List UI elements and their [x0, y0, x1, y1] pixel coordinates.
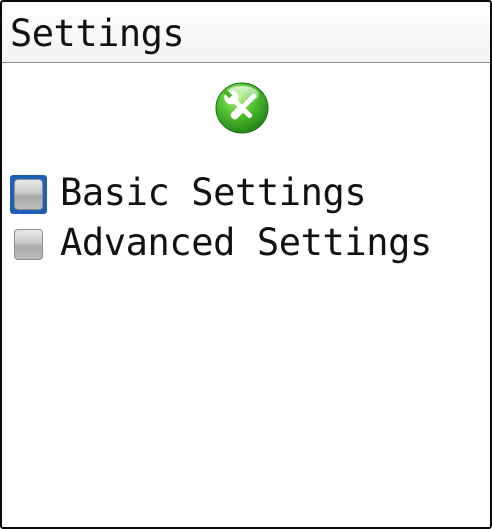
checkbox-icon[interactable]: [10, 225, 47, 264]
menu-item-label: Basic Settings: [60, 171, 367, 214]
menu-item-basic-settings[interactable]: Basic Settings: [2, 168, 490, 220]
checkbox-icon[interactable]: [10, 175, 47, 214]
menu-item-label: Advanced Settings: [60, 221, 432, 264]
menu-item-advanced-settings[interactable]: Advanced Settings: [2, 220, 490, 272]
wrench-screwdriver-icon: [214, 79, 270, 135]
screen-title: Settings: [10, 12, 185, 55]
settings-menu: Basic Settings Advanced Settings: [2, 168, 490, 272]
title-bar: Settings: [2, 2, 490, 63]
settings-screen: Settings Basic Settings Advanced Setting…: [0, 0, 492, 529]
